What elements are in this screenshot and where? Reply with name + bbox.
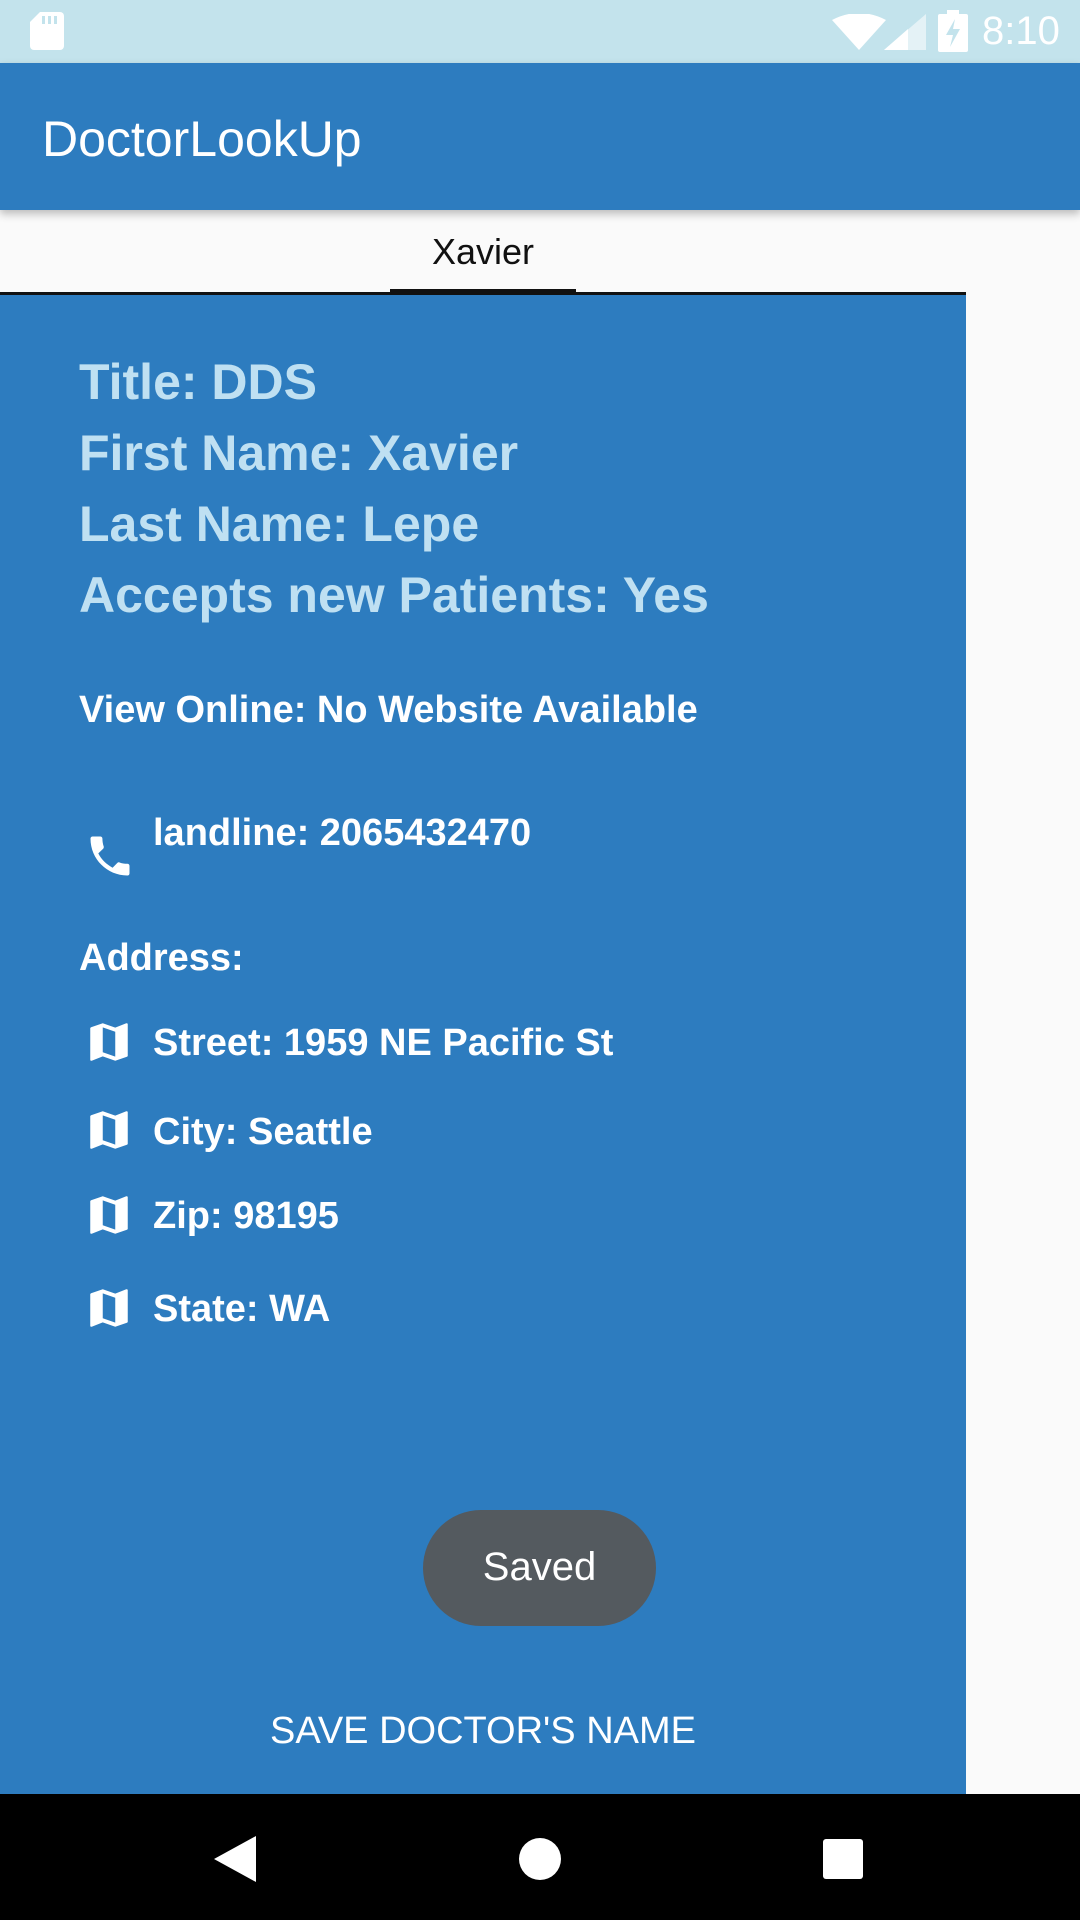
back-icon[interactable]	[214, 1836, 256, 1882]
address-city: City: Seattle	[153, 1111, 373, 1153]
toast-text: Saved	[482, 1545, 597, 1589]
address-zip: Zip: 98195	[153, 1195, 339, 1237]
map-icon	[90, 1289, 128, 1327]
home-icon[interactable]	[518, 1837, 562, 1881]
tab-label: Xavier	[431, 231, 535, 272]
phone-icon	[90, 836, 130, 876]
recents-icon[interactable]	[823, 1839, 863, 1879]
app-title: DoctorLookUp	[42, 111, 362, 167]
save-button-label: SAVE DOCTOR'S NAME	[269, 1710, 697, 1752]
map-icon	[90, 1111, 128, 1149]
system-nav-bar	[0, 1794, 1080, 1920]
wifi-icon	[832, 14, 886, 50]
sd-card-icon	[30, 12, 64, 50]
save-doctor-name-button[interactable]: SAVE DOCTOR'S NAME	[0, 1690, 966, 1772]
doctor-last-name: Last Name: Lepe	[79, 496, 480, 552]
doctor-accepts-patients: Accepts new Patients: Yes	[79, 567, 709, 623]
tab-strip: Xavier	[0, 210, 966, 295]
address-heading: Address:	[79, 937, 244, 979]
app-bar: DoctorLookUp	[0, 63, 1080, 210]
map-icon	[90, 1023, 128, 1061]
doctor-first-name: First Name: Xavier	[79, 425, 519, 481]
status-bar: 8:10	[0, 0, 1080, 63]
saved-toast: Saved	[423, 1510, 656, 1626]
address-state: State: WA	[153, 1288, 331, 1330]
address-street: Street: 1959 NE Pacific St	[153, 1022, 614, 1064]
tab-xavier[interactable]: Xavier	[390, 210, 576, 295]
map-icon	[90, 1196, 128, 1234]
cell-signal-icon	[884, 14, 926, 50]
battery-charging-icon	[938, 10, 968, 52]
doctor-title: Title: DDS	[79, 354, 317, 410]
status-time: 8:10	[982, 9, 1060, 53]
website-link[interactable]: View Online: No Website Available	[79, 688, 698, 732]
phone-number[interactable]: landline: 2065432470	[153, 811, 531, 855]
